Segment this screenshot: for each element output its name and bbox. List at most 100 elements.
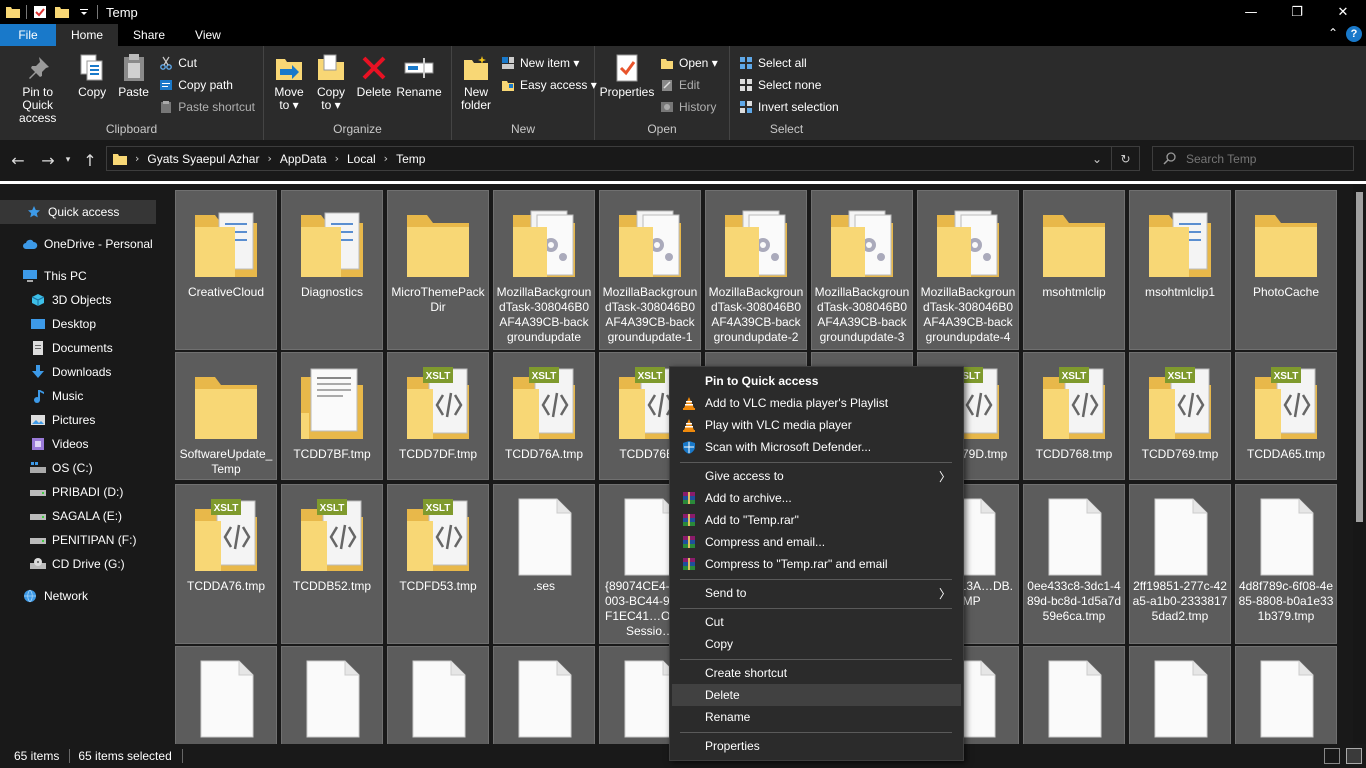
details-view-icon[interactable]	[1324, 748, 1340, 764]
folder-icon[interactable]	[5, 4, 21, 20]
nav-pictures[interactable]: Pictures	[0, 408, 95, 432]
nav-documents[interactable]: Documents	[0, 336, 113, 360]
nav-pribadi-d[interactable]: PRIBADI (D:)	[0, 480, 123, 504]
ctx-create-shortcut[interactable]: Create shortcut	[672, 662, 961, 684]
new-folder-icon[interactable]	[54, 4, 70, 20]
copy-path-button[interactable]: Copy path	[158, 76, 255, 94]
file-tile[interactable]	[1023, 646, 1125, 744]
file-tile[interactable]: 2ff19851-277c-42a5-a1b0-23338175dad2.tmp	[1129, 484, 1231, 644]
ctx-delete[interactable]: Delete	[672, 684, 961, 706]
nav-music[interactable]: Music	[0, 384, 83, 408]
tab-share[interactable]: Share	[118, 24, 180, 46]
ctx-rename[interactable]: Rename	[672, 706, 961, 728]
search-input[interactable]	[1186, 151, 1346, 166]
large-icons-view-icon[interactable]	[1346, 748, 1362, 764]
minimize-button[interactable]: —	[1228, 0, 1274, 24]
tab-file[interactable]: File	[0, 24, 56, 46]
paste-shortcut-button[interactable]: Paste shortcut	[158, 98, 255, 116]
cut-button[interactable]: Cut	[158, 54, 255, 72]
select-none-button[interactable]: Select none	[738, 76, 839, 94]
scrollbar-thumb[interactable]	[1356, 192, 1363, 522]
ctx-cut[interactable]: Cut	[672, 611, 961, 633]
file-tile[interactable]	[1129, 646, 1231, 744]
ctx-copy[interactable]: Copy	[672, 633, 961, 655]
file-tile[interactable]	[387, 646, 489, 744]
ctx-pin-to-quick-access[interactable]: Pin to Quick access	[672, 370, 961, 392]
file-tile[interactable]: SoftwareUpdate_Temp	[175, 352, 277, 480]
nav-onedrive[interactable]: OneDrive - Personal	[0, 232, 153, 256]
file-tile[interactable]: MozillaBackgroundTask-308046B0AF4A39CB-b…	[811, 190, 913, 350]
chevron-right-icon[interactable]: ›	[135, 152, 139, 165]
search-box[interactable]	[1152, 146, 1354, 171]
file-tile[interactable]: PhotoCache	[1235, 190, 1337, 350]
file-tile[interactable]: MozillaBackgroundTask-308046B0AF4A39CB-b…	[599, 190, 701, 350]
tab-home[interactable]: Home	[56, 24, 119, 46]
file-tile[interactable]: XSLT TCDD7DF.tmp	[387, 352, 489, 480]
file-tile[interactable]: XSLT TCDDB52.tmp	[281, 484, 383, 644]
customize-toolbar-icon[interactable]	[76, 4, 92, 20]
nav-quick-access[interactable]: Quick access	[0, 200, 156, 224]
nav-this-pc[interactable]: This PC	[0, 264, 87, 288]
easy-access-button[interactable]: Easy access ▾	[500, 76, 597, 94]
maximize-button[interactable]: ❐	[1274, 0, 1320, 24]
refresh-icon[interactable]: ↻	[1111, 147, 1139, 170]
file-tile[interactable]: MozillaBackgroundTask-308046B0AF4A39CB-b…	[705, 190, 807, 350]
help-button[interactable]: ?	[1346, 26, 1362, 42]
address-bar[interactable]: › Gyats Syaepul Azhar › AppData › Local › T…	[106, 146, 1140, 171]
file-tile[interactable]: XSLT TCDDA76.tmp	[175, 484, 277, 644]
file-tile[interactable]	[493, 646, 595, 744]
file-tile[interactable]: MozillaBackgroundTask-308046B0AF4A39CB-b…	[917, 190, 1019, 350]
file-tile[interactable]: 4d8f789c-6f08-4e85-8808-b0a1e331b379.tmp	[1235, 484, 1337, 644]
new-item-button[interactable]: New item ▾	[500, 54, 597, 72]
nav-sagala-e[interactable]: SAGALA (E:)	[0, 504, 122, 528]
file-tile[interactable]: msohtmlclip1	[1129, 190, 1231, 350]
close-button[interactable]: ✕	[1320, 0, 1366, 24]
ctx-compress-to-temp-rar-email[interactable]: Compress to "Temp.rar" and email	[672, 553, 961, 575]
file-tile[interactable]	[281, 646, 383, 744]
nav-network[interactable]: Network	[0, 584, 88, 608]
ctx-properties[interactable]: Properties	[672, 735, 961, 757]
chevron-right-icon[interactable]: ›	[267, 152, 271, 165]
file-tile[interactable]: XSLT TCDDA65.tmp	[1235, 352, 1337, 480]
select-all-button[interactable]: Select all	[738, 54, 839, 72]
back-arrow-icon[interactable]: ←	[6, 148, 30, 172]
properties-icon[interactable]	[32, 4, 48, 20]
file-tile[interactable]: XSLT TCDFD53.tmp	[387, 484, 489, 644]
file-tile[interactable]: MicroThemePackDir	[387, 190, 489, 350]
breadcrumb-appdata[interactable]: AppData	[280, 152, 327, 166]
chevron-right-icon[interactable]: ›	[384, 152, 388, 165]
breadcrumb-local[interactable]: Local	[347, 152, 376, 166]
file-tile[interactable]: .ses	[493, 484, 595, 644]
file-tile[interactable]: 0ee433c8-3dc1-489d-bc8d-1d5a7d59e6ca.tmp	[1023, 484, 1125, 644]
nav-penitipan-f[interactable]: PENITIPAN (F:)	[0, 528, 136, 552]
file-tile[interactable]: XSLT TCDD769.tmp	[1129, 352, 1231, 480]
vertical-scrollbar[interactable]	[1353, 184, 1366, 744]
nav-desktop[interactable]: Desktop	[0, 312, 96, 336]
ctx-vlc-play[interactable]: Play with VLC media player	[672, 414, 961, 436]
ctx-send-to[interactable]: Send to 〉	[672, 582, 961, 604]
file-tile[interactable]: msohtmlclip	[1023, 190, 1125, 350]
chevron-right-icon[interactable]: ›	[335, 152, 339, 165]
ctx-add-to-temp-rar[interactable]: Add to "Temp.rar"	[672, 509, 961, 531]
ctx-add-to-archive[interactable]: Add to archive...	[672, 487, 961, 509]
nav-videos[interactable]: Videos	[0, 432, 88, 456]
file-tile[interactable]	[175, 646, 277, 744]
recent-locations-chevron-icon[interactable]: ▾	[62, 148, 74, 172]
file-tile[interactable]: CreativeCloud	[175, 190, 277, 350]
nav-downloads[interactable]: Downloads	[0, 360, 111, 384]
file-tile[interactable]	[1235, 646, 1337, 744]
invert-selection-button[interactable]: Invert selection	[738, 98, 839, 116]
nav-cd-drive-g[interactable]: CD Drive (G:)	[0, 552, 125, 576]
collapse-ribbon-button[interactable]: ⌃	[1328, 26, 1338, 42]
up-arrow-icon[interactable]: ↑	[78, 148, 102, 172]
ctx-vlc-add-playlist[interactable]: Add to VLC media player's Playlist	[672, 392, 961, 414]
tab-view[interactable]: View	[180, 24, 236, 46]
nav-os-c[interactable]: OS (C:)	[0, 456, 93, 480]
history-button[interactable]: History	[659, 98, 718, 116]
ctx-give-access[interactable]: Give access to 〉	[672, 465, 961, 487]
edit-button[interactable]: Edit	[659, 76, 718, 94]
file-tile[interactable]: XSLT TCDD76A.tmp	[493, 352, 595, 480]
nav-3d-objects[interactable]: 3D Objects	[0, 288, 111, 312]
file-tile[interactable]: XSLT TCDD768.tmp	[1023, 352, 1125, 480]
breadcrumb-temp[interactable]: Temp	[396, 152, 425, 166]
